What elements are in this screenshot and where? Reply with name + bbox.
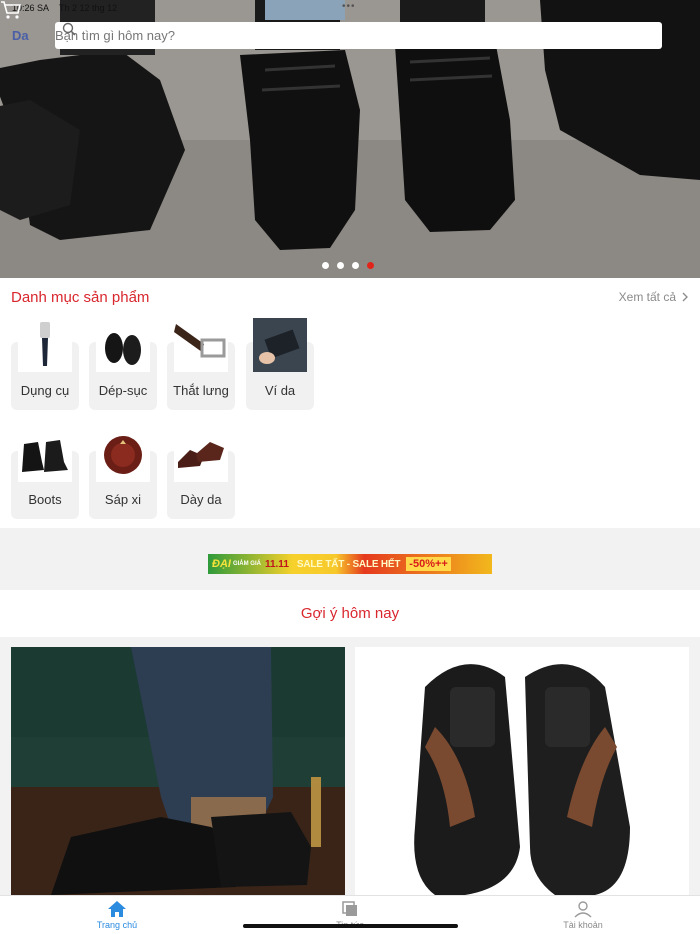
belt-image (174, 318, 228, 372)
leather-shoes-image (174, 428, 228, 482)
search-input[interactable]: Bạn tìm gì hôm nay? (55, 22, 662, 49)
hero-banner[interactable]: 10:26 SA Th 2 12 thg 12 ••• Da Bạn tìm g… (0, 0, 700, 278)
home-indicator[interactable] (243, 924, 458, 928)
promo-banner-area: ĐẠI GIẢM GIÁ 11.11 SALE TẤT - SALE HẾT -… (0, 528, 700, 590)
banner-text: GIẢM GIÁ (232, 561, 261, 567)
tool-brush-image (18, 318, 72, 372)
category-label: Thắt lưng (173, 383, 229, 398)
carousel-dot[interactable] (322, 262, 329, 269)
sandal-image (96, 318, 150, 372)
carousel-dot[interactable] (352, 262, 359, 269)
app-logo[interactable]: Da (12, 28, 29, 43)
wallet-image (253, 318, 307, 372)
category-title: Danh mục sản phẩm (11, 289, 150, 306)
category-label: Boots (28, 492, 62, 507)
category-label: Dụng cụ (20, 383, 70, 398)
bottom-tab-bar: Trang chủ Tin tức Tài khoản (0, 895, 700, 934)
category-label: Dày da (180, 492, 222, 507)
account-icon (574, 901, 592, 918)
carousel-indicator[interactable] (322, 262, 374, 269)
see-all-label: Xem tất cả (618, 290, 676, 304)
category-section: Danh mục sản phẩm Xem tất cả Dụng cụ Dép… (0, 278, 700, 528)
product-image-shoes (11, 647, 345, 895)
category-label: Dép-sục (98, 383, 148, 398)
status-date: Th 2 12 thg 12 (59, 3, 118, 13)
carousel-dot-active[interactable] (367, 262, 374, 269)
status-bar: 10:26 SA Th 2 12 thg 12 (12, 3, 117, 13)
product-grid (0, 637, 700, 895)
suggestions-title: Gợi ý hôm nay (300, 605, 400, 622)
product-card[interactable] (355, 647, 689, 895)
promo-banner[interactable]: ĐẠI GIẢM GIÁ 11.11 SALE TẤT - SALE HẾT -… (208, 554, 492, 574)
cart-icon[interactable] (0, 0, 22, 20)
tab-home[interactable]: Trang chủ (72, 900, 162, 930)
news-icon (342, 901, 357, 916)
category-label: Sáp xi (104, 492, 142, 507)
banner-text: ĐẠI (212, 558, 231, 570)
carousel-dot[interactable] (337, 262, 344, 269)
shoe-polish-image (96, 428, 150, 482)
tab-label: Trang chủ (96, 920, 138, 930)
banner-text: 11.11 (264, 558, 289, 570)
product-card[interactable] (11, 647, 345, 895)
see-all-link[interactable]: Xem tất cả (619, 290, 688, 304)
product-image-flip-flops (355, 647, 689, 895)
suggestions-header: Gợi ý hôm nay (0, 590, 700, 637)
search-icon (62, 22, 76, 36)
banner-text: -50%++ (406, 557, 451, 571)
chevron-right-icon (682, 292, 688, 302)
tab-account[interactable]: Tài khoản (538, 900, 628, 930)
boots-image (18, 428, 72, 482)
category-label: Ví da (264, 383, 296, 398)
tab-label: Tài khoản (563, 920, 603, 930)
home-icon (108, 901, 126, 917)
multitask-dots[interactable]: ••• (342, 1, 356, 12)
banner-text: SALE TẤT - SALE HẾT (296, 558, 401, 570)
